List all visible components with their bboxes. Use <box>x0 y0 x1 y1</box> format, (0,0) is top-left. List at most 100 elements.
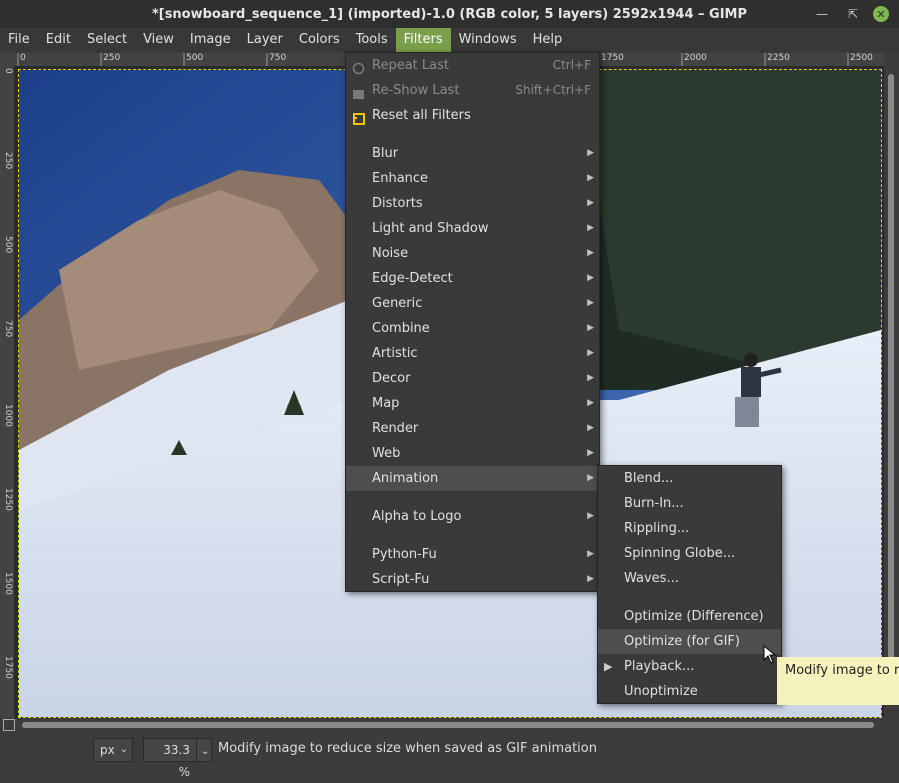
chevron-right-icon: ▶ <box>587 273 594 283</box>
menu-item-noise[interactable]: Noise ▶ <box>346 241 599 266</box>
menu-item-edge-detect[interactable]: Edge-Detect ▶ <box>346 266 599 291</box>
ruler-corner[interactable] <box>0 53 14 66</box>
menu-item-label: Decor <box>372 371 411 386</box>
menu-edit[interactable]: Edit <box>38 28 79 52</box>
menu-item-unoptimize[interactable]: Unoptimize <box>598 679 781 704</box>
menu-item-label: Generic <box>372 296 423 311</box>
menu-help[interactable]: Help <box>525 28 571 52</box>
close-icon[interactable]: ✕ <box>873 6 889 22</box>
menu-filters[interactable]: Filters <box>395 28 451 52</box>
menu-item-label: Web <box>372 446 401 461</box>
menu-item-web[interactable]: Web ▶ <box>346 441 599 466</box>
menu-select[interactable]: Select <box>79 28 135 52</box>
unit-select[interactable]: px ⌄ <box>93 738 133 762</box>
minimize-icon[interactable]: — <box>814 6 830 22</box>
menu-item-rippling[interactable]: Rippling... <box>598 516 781 541</box>
menu-item-distorts[interactable]: Distorts ▶ <box>346 191 599 216</box>
menu-image[interactable]: Image <box>182 28 239 52</box>
chevron-right-icon: ▶ <box>587 223 594 233</box>
menu-item-label: Render <box>372 421 419 436</box>
ruler-label: 2500 <box>850 53 873 63</box>
menu-item-python-fu[interactable]: Python-Fu ▶ <box>346 542 599 567</box>
zoom-dropdown[interactable]: ⌄ <box>196 738 212 762</box>
menu-item-light-and-shadow[interactable]: Light and Shadow ▶ <box>346 216 599 241</box>
play-icon: ▶ <box>604 660 613 673</box>
unit-value: px <box>100 743 115 757</box>
menu-item-alpha-to-logo[interactable]: Alpha to Logo ▶ <box>346 504 599 529</box>
chevron-right-icon: ▶ <box>587 198 594 208</box>
menu-view[interactable]: View <box>135 28 182 52</box>
status-message: Modify image to reduce size when saved a… <box>218 741 597 756</box>
menu-item-label: Repeat Last <box>372 58 449 73</box>
menu-item-label: Python-Fu <box>372 547 437 562</box>
chevron-right-icon: ▶ <box>587 473 594 483</box>
menu-item-map[interactable]: Map ▶ <box>346 391 599 416</box>
chevron-right-icon: ▶ <box>587 511 594 521</box>
menu-item-burn-in[interactable]: Burn-In... <box>598 491 781 516</box>
menu-item-label: Map <box>372 396 400 411</box>
menu-item-optimize-difference[interactable]: Optimize (Difference) <box>598 604 781 629</box>
menu-item-label: Artistic <box>372 346 418 361</box>
menu-item-blend[interactable]: Blend... <box>598 466 781 491</box>
chevron-right-icon: ▶ <box>587 448 594 458</box>
zoom-value: 33.3 % <box>163 743 190 779</box>
chevron-right-icon: ▶ <box>587 298 594 308</box>
reset-icon <box>352 109 365 125</box>
menu-item-animation[interactable]: Animation ▶ <box>346 466 599 491</box>
menu-item-combine[interactable]: Combine ▶ <box>346 316 599 341</box>
menu-item-playback[interactable]: ▶ Playback... <box>598 654 781 679</box>
chevron-right-icon: ▶ <box>587 423 594 433</box>
window-title: *[snowboard_sequence_1] (imported)-1.0 (… <box>151 6 748 22</box>
chevron-down-icon: ⌄ <box>119 744 128 755</box>
menu-item-render[interactable]: Render ▶ <box>346 416 599 441</box>
chevron-down-icon: ⌄ <box>201 746 210 757</box>
menu-item-label: Noise <box>372 246 409 261</box>
menu-windows[interactable]: Windows <box>451 28 525 52</box>
ruler-label: 750 <box>3 320 13 338</box>
menu-file[interactable]: File <box>0 28 38 52</box>
chevron-right-icon: ▶ <box>587 574 594 584</box>
menu-item-label: Alpha to Logo <box>372 509 462 524</box>
menu-item-optimize-for-gif[interactable]: Optimize (for GIF) <box>598 629 781 654</box>
quick-mask-icon[interactable] <box>3 719 15 731</box>
menu-item-repeat-last[interactable]: Repeat Last Ctrl+F <box>346 53 599 78</box>
ruler-label: 0 <box>3 68 13 74</box>
zoom-field[interactable]: 33.3 % <box>143 738 197 779</box>
animation-submenu: Blend... Burn-In... Rippling... Spinning… <box>597 465 782 704</box>
menu-item-spinning-globe[interactable]: Spinning Globe... <box>598 541 781 566</box>
menu-colors[interactable]: Colors <box>291 28 348 52</box>
menu-item-label: Rippling... <box>624 521 690 536</box>
menu-item-enhance[interactable]: Enhance ▶ <box>346 166 599 191</box>
ruler-label: 500 <box>186 53 204 63</box>
menu-item-reshow-last[interactable]: Re-Show Last Shift+Ctrl+F <box>346 78 599 103</box>
menu-item-decor[interactable]: Decor ▶ <box>346 366 599 391</box>
menu-item-shortcut: Ctrl+F <box>552 58 591 72</box>
menu-item-label: Edge-Detect <box>372 271 453 286</box>
menu-item-label: Optimize (for GIF) <box>624 634 740 649</box>
menu-item-shortcut: Shift+Ctrl+F <box>515 83 591 97</box>
menu-item-generic[interactable]: Generic ▶ <box>346 291 599 316</box>
maximize-icon[interactable]: ⇱ <box>845 6 861 22</box>
ruler-label: 2250 <box>767 53 790 63</box>
ruler-label: 1250 <box>3 488 13 511</box>
mouse-cursor-icon <box>763 644 777 669</box>
vertical-ruler[interactable]: 0 250 500 750 1000 1250 1500 1750 <box>0 66 15 718</box>
ruler-label: 0 <box>20 53 26 63</box>
chevron-right-icon: ▶ <box>587 173 594 183</box>
vertical-scrollbar[interactable] <box>885 66 899 718</box>
chevron-right-icon: ▶ <box>587 549 594 559</box>
menu-item-script-fu[interactable]: Script-Fu ▶ <box>346 567 599 592</box>
ruler-label: 250 <box>103 53 121 63</box>
ruler-label: 500 <box>3 236 13 254</box>
menu-tools[interactable]: Tools <box>348 28 396 52</box>
menu-layer[interactable]: Layer <box>239 28 291 52</box>
scroll-thumb[interactable] <box>888 74 894 704</box>
menu-item-waves[interactable]: Waves... <box>598 566 781 591</box>
repeat-icon <box>352 59 365 75</box>
scroll-thumb[interactable] <box>22 722 874 728</box>
ruler-label: 2000 <box>684 53 707 63</box>
horizontal-scrollbar[interactable] <box>14 719 884 732</box>
menu-item-blur[interactable]: Blur ▶ <box>346 141 599 166</box>
menu-item-artistic[interactable]: Artistic ▶ <box>346 341 599 366</box>
menu-item-reset-all-filters[interactable]: Reset all Filters <box>346 103 599 128</box>
